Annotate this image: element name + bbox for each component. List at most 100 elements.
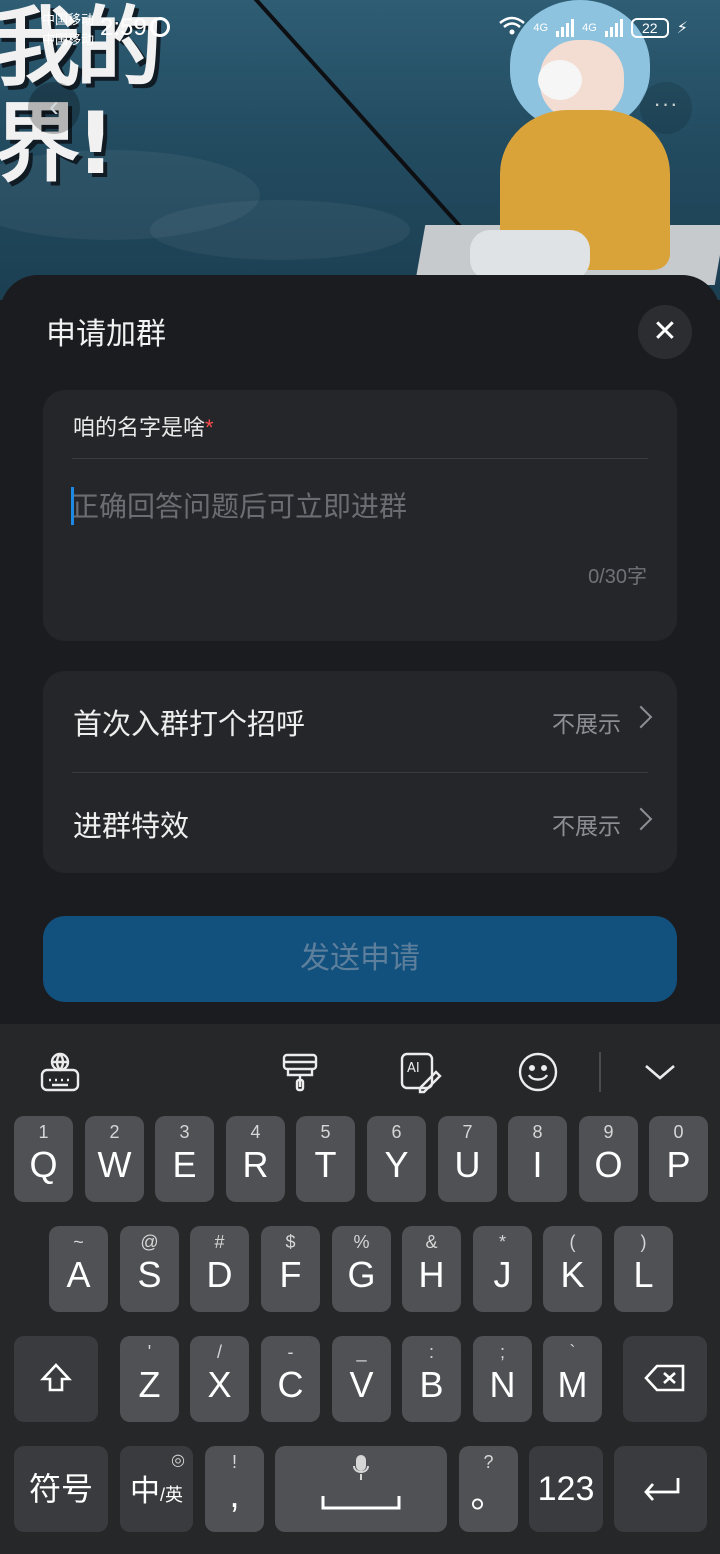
chevron-right-icon [629, 807, 653, 831]
period-key[interactable]: ? 。 [459, 1446, 518, 1532]
key-b[interactable]: :B [402, 1336, 461, 1422]
key-x[interactable]: / X [190, 1336, 249, 1422]
key-sub: ` [569, 1342, 576, 1362]
key-label: L [633, 1254, 654, 1295]
backspace-icon [644, 1364, 685, 1392]
backspace-key[interactable] [623, 1336, 707, 1422]
key-z[interactable]: ' Z [120, 1336, 179, 1422]
back-arrow-icon[interactable]: ‹ [28, 82, 80, 134]
close-button[interactable]: ✕ [638, 305, 692, 359]
key-label: X [207, 1364, 232, 1405]
key-e[interactable]: 3E [155, 1116, 214, 1202]
join-group-sheet: 申请加群 ✕ 咱的名字是啥* 0/30字 首次入群打个招呼 不展示 进群特效 不… [0, 275, 720, 1035]
key-f[interactable]: $ F [261, 1226, 320, 1312]
key-w[interactable]: 2W [85, 1116, 144, 1202]
key-sub: 1 [38, 1122, 49, 1142]
key-sub: _ [356, 1342, 367, 1362]
microphone-icon [353, 1455, 369, 1480]
key-n[interactable]: ; N [473, 1336, 532, 1422]
key-label: R [242, 1144, 269, 1185]
key-r[interactable]: 4R [226, 1116, 285, 1202]
numbers-key[interactable]: 123 [529, 1446, 603, 1532]
key-label: 符号 [28, 1471, 93, 1507]
key-p[interactable]: 0P [649, 1116, 708, 1202]
key-s[interactable]: @ S [120, 1226, 179, 1312]
ai-write-icon[interactable]: AI [398, 1050, 442, 1094]
key-label: C [277, 1364, 304, 1405]
paintbrush-icon[interactable] [278, 1050, 322, 1094]
close-icon: ✕ [652, 315, 678, 348]
key-label: D [206, 1254, 233, 1295]
divider [72, 458, 648, 459]
key-sub: & [425, 1232, 438, 1252]
option-value: 不展示 [552, 711, 621, 737]
key-o[interactable]: 9O [579, 1116, 638, 1202]
key-k[interactable]: (K [543, 1226, 602, 1312]
key-sub: ? [483, 1452, 494, 1472]
key-sub: * [498, 1232, 506, 1252]
option-greeting[interactable]: 首次入群打个招呼 不展示 [43, 671, 677, 771]
globe-keyboard-icon[interactable] [38, 1050, 82, 1094]
globe-icon: ◎ [171, 1452, 185, 1469]
carrier-1: 中国移动 [42, 12, 95, 27]
key-g[interactable]: % G [332, 1226, 391, 1312]
question-card: 咱的名字是啥* 0/30字 [43, 390, 677, 641]
key-sub: 6 [391, 1122, 402, 1142]
key-label: A [66, 1254, 91, 1295]
network-type-2: 4G [582, 21, 597, 34]
comma-key[interactable]: ! , [205, 1446, 264, 1532]
key-label: U [454, 1144, 481, 1185]
key-label: H [418, 1254, 445, 1295]
key-label: E [172, 1144, 197, 1185]
status-indicators: 4G 4G 22 ⚡ [499, 16, 688, 39]
key-i[interactable]: 8I [508, 1116, 567, 1202]
key-label: K [560, 1254, 585, 1295]
language-switch-key[interactable]: ◎ 中/英 [120, 1446, 193, 1532]
key-sub: - [287, 1342, 294, 1362]
shift-key[interactable] [14, 1336, 98, 1422]
option-join-effect[interactable]: 进群特效 不展示 [43, 773, 677, 873]
answer-input[interactable] [71, 482, 649, 532]
text-cursor [71, 487, 74, 525]
key-m[interactable]: ` M [543, 1336, 602, 1422]
toolbar-separator [599, 1052, 601, 1092]
key-q[interactable]: 1Q [14, 1116, 73, 1202]
keyboard-toolbar: AI [0, 1024, 720, 1116]
key-sub: 3 [179, 1122, 190, 1142]
emoji-icon[interactable] [516, 1050, 560, 1094]
key-label: S [137, 1254, 162, 1295]
enter-key[interactable] [614, 1446, 707, 1532]
key-sub: 7 [462, 1122, 473, 1142]
shift-icon [40, 1363, 72, 1392]
symbols-key[interactable]: 符号 [14, 1446, 108, 1532]
key-c[interactable]: -C [261, 1336, 320, 1422]
key-j[interactable]: * J [473, 1226, 532, 1312]
key-v[interactable]: _ V [332, 1336, 391, 1422]
key-sub: % [353, 1232, 370, 1252]
key-a[interactable]: ~ A [49, 1226, 108, 1312]
key-d[interactable]: # D [190, 1226, 249, 1312]
key-t[interactable]: 5T [296, 1116, 355, 1202]
key-label: Z [138, 1364, 161, 1405]
key-sub: $ [285, 1232, 296, 1252]
key-label: Q [29, 1144, 58, 1185]
lang-main: 中 [130, 1475, 160, 1508]
space-key[interactable] [275, 1446, 447, 1532]
more-icon[interactable]: ··· [640, 82, 692, 134]
key-u[interactable]: 7U [438, 1116, 497, 1202]
question-text: 咱的名字是啥 [73, 415, 206, 440]
key-label: , [229, 1474, 240, 1515]
key-h[interactable]: & H [402, 1226, 461, 1312]
key-y[interactable]: 6Y [367, 1116, 426, 1202]
key-l[interactable]: ) L [614, 1226, 673, 1312]
options-card: 首次入群打个招呼 不展示 进群特效 不展示 [43, 671, 677, 873]
key-label: Y [384, 1144, 409, 1185]
chevron-right-icon [629, 705, 653, 729]
svg-text:AI: AI [407, 1061, 420, 1076]
key-label: B [419, 1364, 444, 1405]
question-label: 咱的名字是啥* [73, 410, 214, 442]
key-label: O [594, 1144, 623, 1185]
chevron-down-icon[interactable] [638, 1050, 682, 1094]
send-request-button[interactable]: 发送申请 [43, 916, 677, 1002]
key-sub: 5 [320, 1122, 331, 1142]
